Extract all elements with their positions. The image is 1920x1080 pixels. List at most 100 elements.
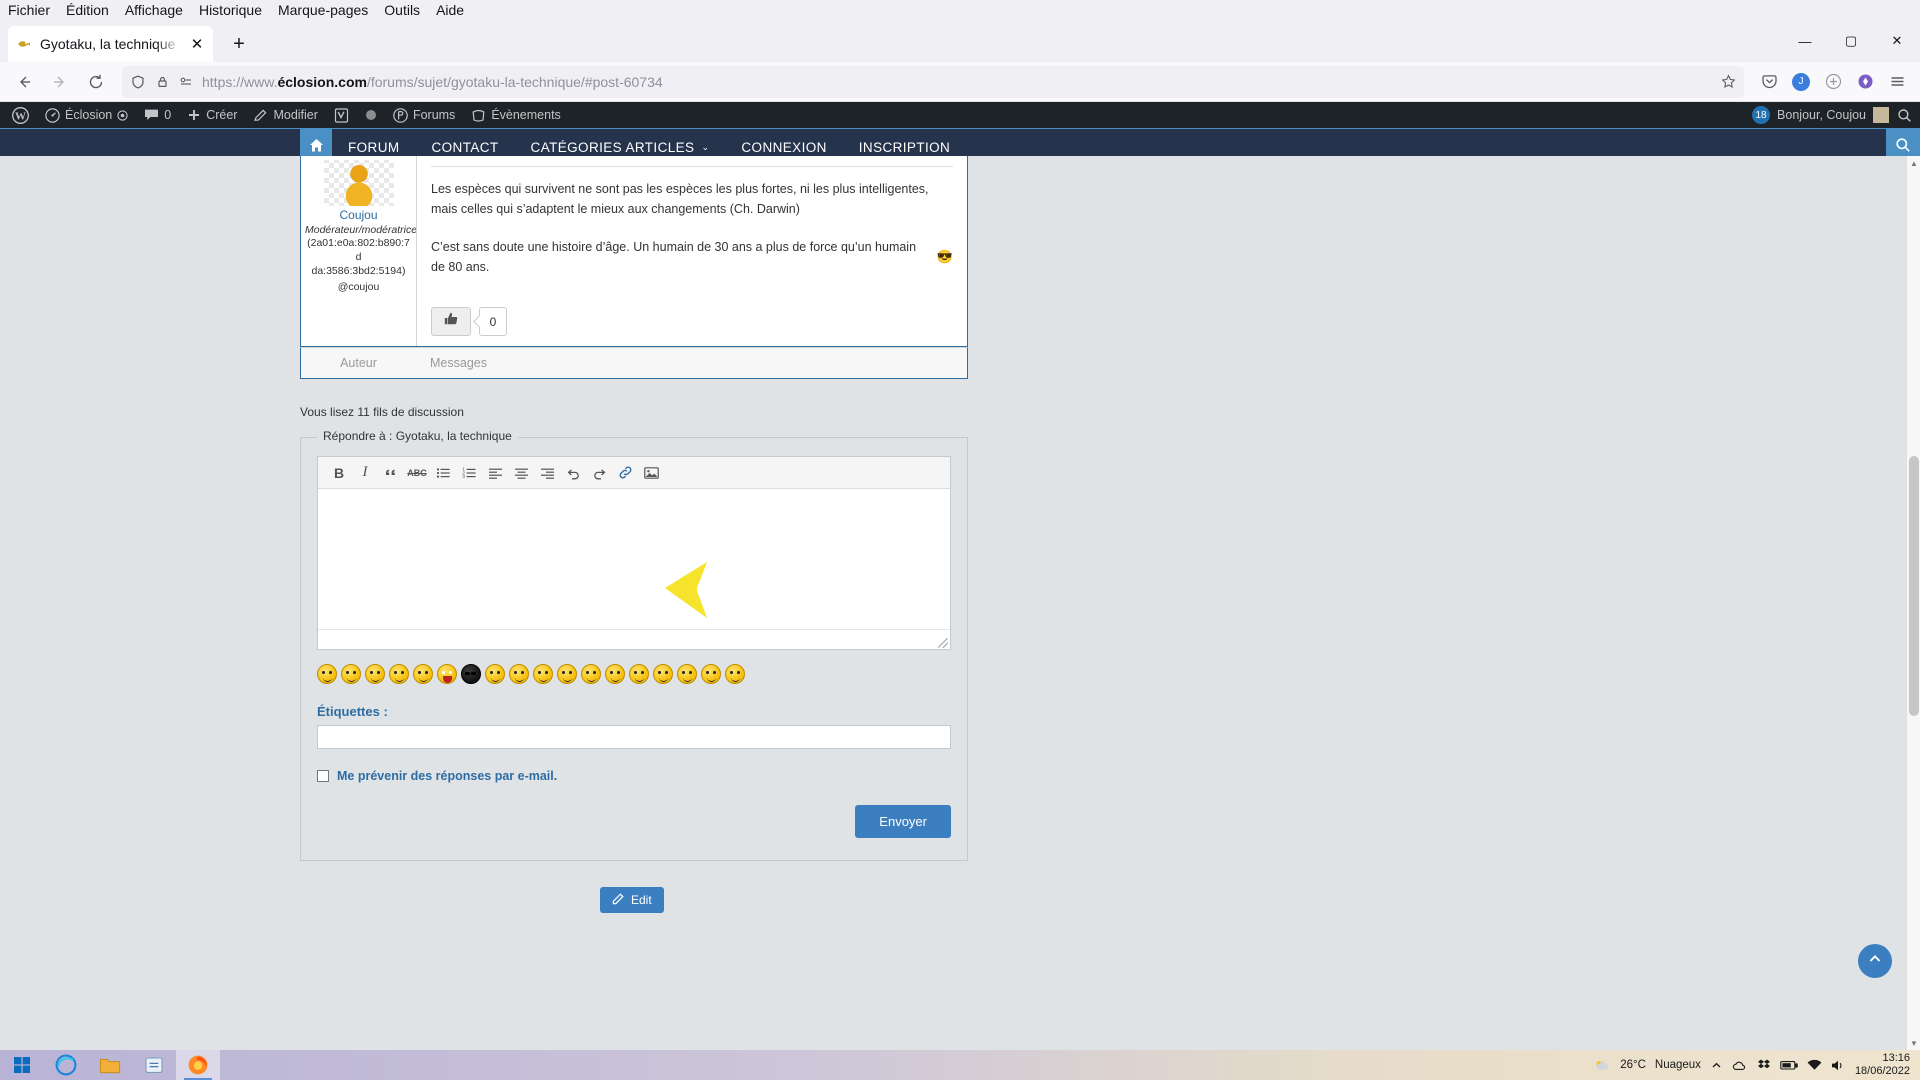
bookmark-star-icon[interactable] [1720, 74, 1736, 90]
forward-button[interactable] [44, 66, 76, 98]
chevron-up-icon[interactable] [1710, 1059, 1723, 1072]
back-button[interactable] [8, 66, 40, 98]
wp-site-item[interactable]: Éclosion [37, 102, 136, 128]
taskbar-file-explorer-icon[interactable] [88, 1050, 132, 1080]
scrollbar-up-arrow[interactable]: ▲ [1907, 156, 1920, 170]
wp-logo-item[interactable]: W [4, 102, 37, 128]
bold-button[interactable]: B [326, 460, 352, 486]
weather-icon[interactable] [1594, 1058, 1611, 1073]
taskbar-firefox-icon[interactable] [176, 1050, 220, 1080]
onedrive-icon[interactable] [1732, 1059, 1748, 1072]
smiley-button[interactable] [341, 664, 361, 684]
menu-fichier[interactable]: Fichier [8, 2, 50, 18]
notify-checkbox[interactable] [317, 770, 329, 782]
italic-button[interactable]: I [352, 460, 378, 486]
scrollbar-down-arrow[interactable]: ▼ [1907, 1036, 1920, 1050]
smiley-button[interactable] [365, 664, 385, 684]
network-icon[interactable] [1807, 1059, 1822, 1071]
scroll-to-top-button[interactable] [1858, 944, 1892, 978]
submit-reply-button[interactable]: Envoyer [855, 805, 951, 838]
shield-icon[interactable] [130, 74, 146, 90]
extension-colored-icon[interactable] [1850, 67, 1880, 97]
wp-greeting[interactable]: Bonjour, Coujou [1777, 102, 1866, 128]
dropbox-icon[interactable] [1757, 1058, 1771, 1072]
smiley-button[interactable] [389, 664, 409, 684]
start-button[interactable] [0, 1056, 44, 1074]
new-tab-button[interactable]: + [223, 28, 255, 60]
tags-input[interactable] [317, 725, 951, 749]
blockquote-button[interactable] [378, 460, 404, 486]
smiley-button[interactable] [533, 664, 553, 684]
weather-desc[interactable]: Nuageux [1655, 1059, 1701, 1071]
bullet-list-button[interactable] [430, 460, 456, 486]
smiley-button[interactable] [317, 664, 337, 684]
menu-edition[interactable]: Édition [66, 2, 109, 18]
smiley-button[interactable] [653, 664, 673, 684]
scrollbar-thumb[interactable] [1909, 456, 1919, 716]
wp-comments-item[interactable]: 0 [136, 102, 179, 128]
redo-button[interactable] [586, 460, 612, 486]
browser-tab[interactable]: Gyotaku, la technique - Éclosion ✕ [8, 26, 213, 62]
wp-search-icon[interactable] [1889, 102, 1920, 128]
align-right-button[interactable] [534, 460, 560, 486]
page-scrollbar[interactable]: ▲ ▼ [1906, 156, 1920, 1050]
app-menu-icon[interactable] [1882, 67, 1912, 97]
permissions-icon[interactable] [178, 74, 194, 90]
account-icon[interactable]: J [1786, 67, 1816, 97]
wp-events-item[interactable]: Évènements [463, 102, 568, 128]
wp-new-item[interactable]: Créer [179, 102, 245, 128]
notification-badge[interactable]: 18 [1752, 106, 1771, 124]
volume-icon[interactable] [1831, 1059, 1846, 1072]
extension-gray-icon[interactable] [1818, 67, 1848, 97]
smiley-button[interactable] [557, 664, 577, 684]
smiley-button[interactable] [605, 664, 625, 684]
taskbar-store-icon[interactable] [132, 1050, 176, 1080]
undo-button[interactable] [560, 460, 586, 486]
address-bar[interactable]: https://www.éclosion.com/forums/sujet/gy… [122, 65, 1744, 98]
battery-icon[interactable] [1780, 1060, 1798, 1071]
smiley-button[interactable] [413, 664, 433, 684]
smiley-button[interactable] [725, 664, 745, 684]
smiley-button[interactable] [485, 664, 505, 684]
menu-marque-pages[interactable]: Marque-pages [278, 2, 368, 18]
strikethrough-button[interactable]: ABC [404, 460, 430, 486]
link-button[interactable] [612, 460, 638, 486]
smiley-button[interactable] [437, 664, 457, 684]
menu-historique[interactable]: Historique [199, 2, 262, 18]
smiley-button[interactable] [701, 664, 721, 684]
taskbar-edge-icon[interactable] [44, 1050, 88, 1080]
search-icon [1895, 137, 1911, 158]
smiley-button[interactable] [509, 664, 529, 684]
weather-temp[interactable]: 26°C [1620, 1059, 1646, 1071]
wp-yoast-item[interactable] [326, 102, 357, 128]
window-close-button[interactable]: ✕ [1874, 20, 1920, 62]
window-minimize-button[interactable]: — [1782, 20, 1828, 62]
smiley-button[interactable] [677, 664, 697, 684]
menu-outils[interactable]: Outils [384, 2, 420, 18]
tab-close-icon[interactable]: ✕ [189, 36, 205, 53]
editor-textarea[interactable] [318, 489, 950, 629]
menu-affichage[interactable]: Affichage [125, 2, 183, 18]
window-maximize-button[interactable]: ▢ [1828, 20, 1874, 62]
numbered-list-button[interactable]: 123 [456, 460, 482, 486]
lock-icon[interactable] [154, 74, 170, 90]
smiley-button[interactable] [629, 664, 649, 684]
menu-aide[interactable]: Aide [436, 2, 464, 18]
align-center-button[interactable] [508, 460, 534, 486]
wp-edit-item[interactable]: Modifier [245, 102, 325, 128]
taskbar-clock[interactable]: 13:16 18/06/2022 [1855, 1052, 1910, 1077]
insert-image-button[interactable] [638, 460, 664, 486]
wp-forums-item[interactable]: Forums [385, 102, 463, 128]
edit-button[interactable]: Edit [600, 887, 664, 913]
smiley-button[interactable] [461, 664, 481, 684]
smiley-button[interactable] [581, 664, 601, 684]
pocket-icon[interactable] [1754, 67, 1784, 97]
resize-grip-icon[interactable] [938, 638, 948, 648]
author-name[interactable]: Coujou [305, 208, 412, 222]
reload-button[interactable] [80, 66, 112, 98]
align-left-button[interactable] [482, 460, 508, 486]
like-button[interactable] [431, 307, 471, 336]
wp-status-dot-item[interactable] [357, 102, 385, 128]
author-avatar[interactable] [323, 160, 394, 206]
avatar[interactable] [1873, 107, 1889, 123]
